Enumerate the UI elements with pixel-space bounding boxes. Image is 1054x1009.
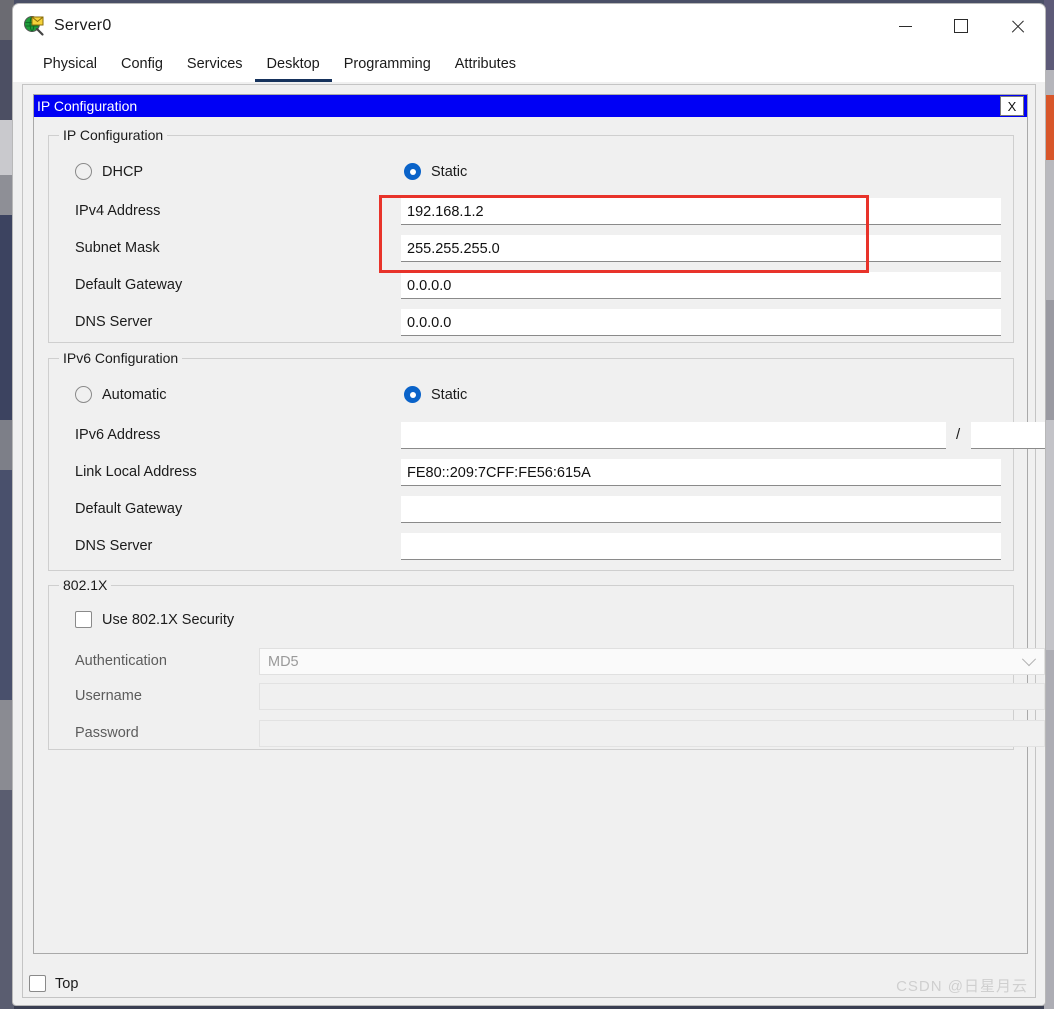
subnet-mask-row: Subnet Mask [49, 235, 1013, 265]
ipv6-dns-server-input[interactable] [401, 533, 1001, 560]
server-device-window: Server0 Physical Config Services Desktop… [12, 3, 1046, 1006]
ipv6-default-gateway-label: Default Gateway [75, 501, 183, 517]
top-checkbox[interactable]: Top [29, 975, 78, 992]
username-label: Username [75, 688, 142, 704]
dot1x-group-title: 802.1X [59, 577, 112, 593]
tab-services[interactable]: Services [175, 54, 255, 82]
csdn-watermark: CSDN @日星月云 [896, 978, 1028, 995]
maximize-button[interactable] [933, 4, 989, 48]
ipv4-dns-server-input[interactable] [401, 309, 1001, 336]
ipv6-configuration-group: IPv6 Configuration Automatic Static IPv6… [48, 350, 1045, 571]
window-title-bar: Server0 [13, 4, 1045, 48]
ipv4-default-gateway-label: Default Gateway [75, 277, 183, 293]
ipv4-configuration-group: IP Configuration DHCP Static IPv4 Addres… [48, 127, 1014, 343]
authentication-row: Authentication MD5 [49, 648, 1045, 678]
use-dot1x-security-checkbox-box [75, 611, 92, 628]
radio-dhcp-indicator [75, 163, 92, 180]
chevron-down-icon [1021, 651, 1037, 666]
desktop-panel-area: IP Configuration X IP Configuration DHCP… [22, 84, 1045, 998]
default-gateway-row: Default Gateway [49, 272, 1013, 302]
ipv6-prefix-length-input[interactable] [971, 422, 1045, 449]
tab-bar: Physical Config Services Desktop Program… [13, 48, 1045, 82]
ip-configuration-body: IP Configuration DHCP Static IPv4 Addres… [34, 117, 1045, 953]
tab-physical[interactable]: Physical [31, 54, 109, 82]
ip-configuration-caption-title: IP Configuration [37, 98, 138, 114]
use-dot1x-security-label: Use 802.1X Security [102, 611, 235, 628]
window-title-group: Server0 [23, 4, 111, 48]
password-label: Password [75, 725, 139, 741]
radio-static-ipv4-indicator [404, 163, 421, 180]
radio-static-ipv6-indicator [404, 386, 421, 403]
radio-automatic[interactable]: Automatic [75, 386, 166, 403]
link-local-address-input[interactable] [401, 459, 1001, 486]
minimize-icon [898, 25, 912, 27]
ipv4-address-row: IPv4 Address [49, 198, 1013, 228]
radio-dhcp[interactable]: DHCP [75, 163, 143, 180]
window-controls [877, 4, 1045, 48]
ipv6-address-label: IPv6 Address [75, 427, 161, 443]
window-bottom-bar: Top CSDN @日星月云 [22, 969, 1036, 1001]
ipv4-default-gateway-input[interactable] [401, 272, 1001, 299]
password-input[interactable] [259, 720, 1045, 747]
authentication-selected-value: MD5 [268, 653, 299, 670]
dns-server-row: DNS Server [49, 309, 1013, 339]
ipv4-address-label: IPv4 Address [75, 203, 161, 219]
dot1x-group: 802.1X Use 802.1X Security Authenticatio… [48, 577, 1045, 750]
ipv4-group-title: IP Configuration [59, 127, 168, 143]
close-button[interactable] [989, 4, 1045, 48]
ipv6-prefix-separator: / [956, 426, 961, 443]
link-local-address-label: Link Local Address [75, 464, 197, 480]
ip-configuration-caption-bar: IP Configuration X [34, 95, 1027, 117]
link-local-address-row: Link Local Address [49, 459, 1013, 489]
tab-attributes[interactable]: Attributes [443, 54, 528, 82]
subnet-mask-label: Subnet Mask [75, 240, 160, 256]
radio-static-ipv4-label: Static [431, 163, 468, 180]
ipv6-address-row: IPv6 Address / [49, 422, 1045, 452]
ipv6-group-title: IPv6 Configuration [59, 350, 183, 366]
maximize-icon [954, 19, 968, 33]
ipv6-default-gateway-input[interactable] [401, 496, 1001, 523]
tab-programming[interactable]: Programming [332, 54, 443, 82]
ipv6-dns-server-label: DNS Server [75, 538, 153, 554]
ipv4-dns-server-label: DNS Server [75, 314, 153, 330]
minimize-button[interactable] [877, 4, 933, 48]
radio-static-ipv6[interactable]: Static [404, 386, 467, 403]
radio-static-ipv4[interactable]: Static [404, 163, 467, 180]
tab-config[interactable]: Config [109, 54, 175, 82]
ipv6-address-input[interactable] [401, 422, 946, 449]
ipv6-default-gateway-row: Default Gateway [49, 496, 1013, 526]
ip-configuration-child-window: IP Configuration X IP Configuration DHCP… [33, 94, 1045, 954]
radio-dhcp-label: DHCP [102, 163, 144, 180]
ip-configuration-close-button[interactable]: X [1000, 96, 1024, 116]
authentication-label: Authentication [75, 653, 167, 669]
radio-automatic-indicator [75, 386, 92, 403]
subnet-mask-input[interactable] [401, 235, 1001, 262]
ipv4-address-input[interactable] [401, 198, 1001, 225]
top-checkbox-box [29, 975, 46, 992]
window-title: Server0 [54, 17, 112, 34]
authentication-select[interactable]: MD5 [259, 648, 1045, 675]
password-row: Password [49, 720, 1045, 750]
top-checkbox-label: Top [55, 975, 79, 992]
tab-desktop[interactable]: Desktop [254, 54, 332, 82]
username-row: Username [49, 683, 1045, 713]
username-input[interactable] [259, 683, 1045, 710]
radio-static-ipv6-label: Static [431, 386, 468, 403]
ipv6-dns-server-row: DNS Server [49, 533, 1013, 563]
use-dot1x-security-checkbox[interactable]: Use 802.1X Security [75, 611, 234, 628]
server-device-icon [23, 15, 45, 37]
close-icon [1010, 19, 1025, 34]
radio-automatic-label: Automatic [102, 386, 167, 403]
